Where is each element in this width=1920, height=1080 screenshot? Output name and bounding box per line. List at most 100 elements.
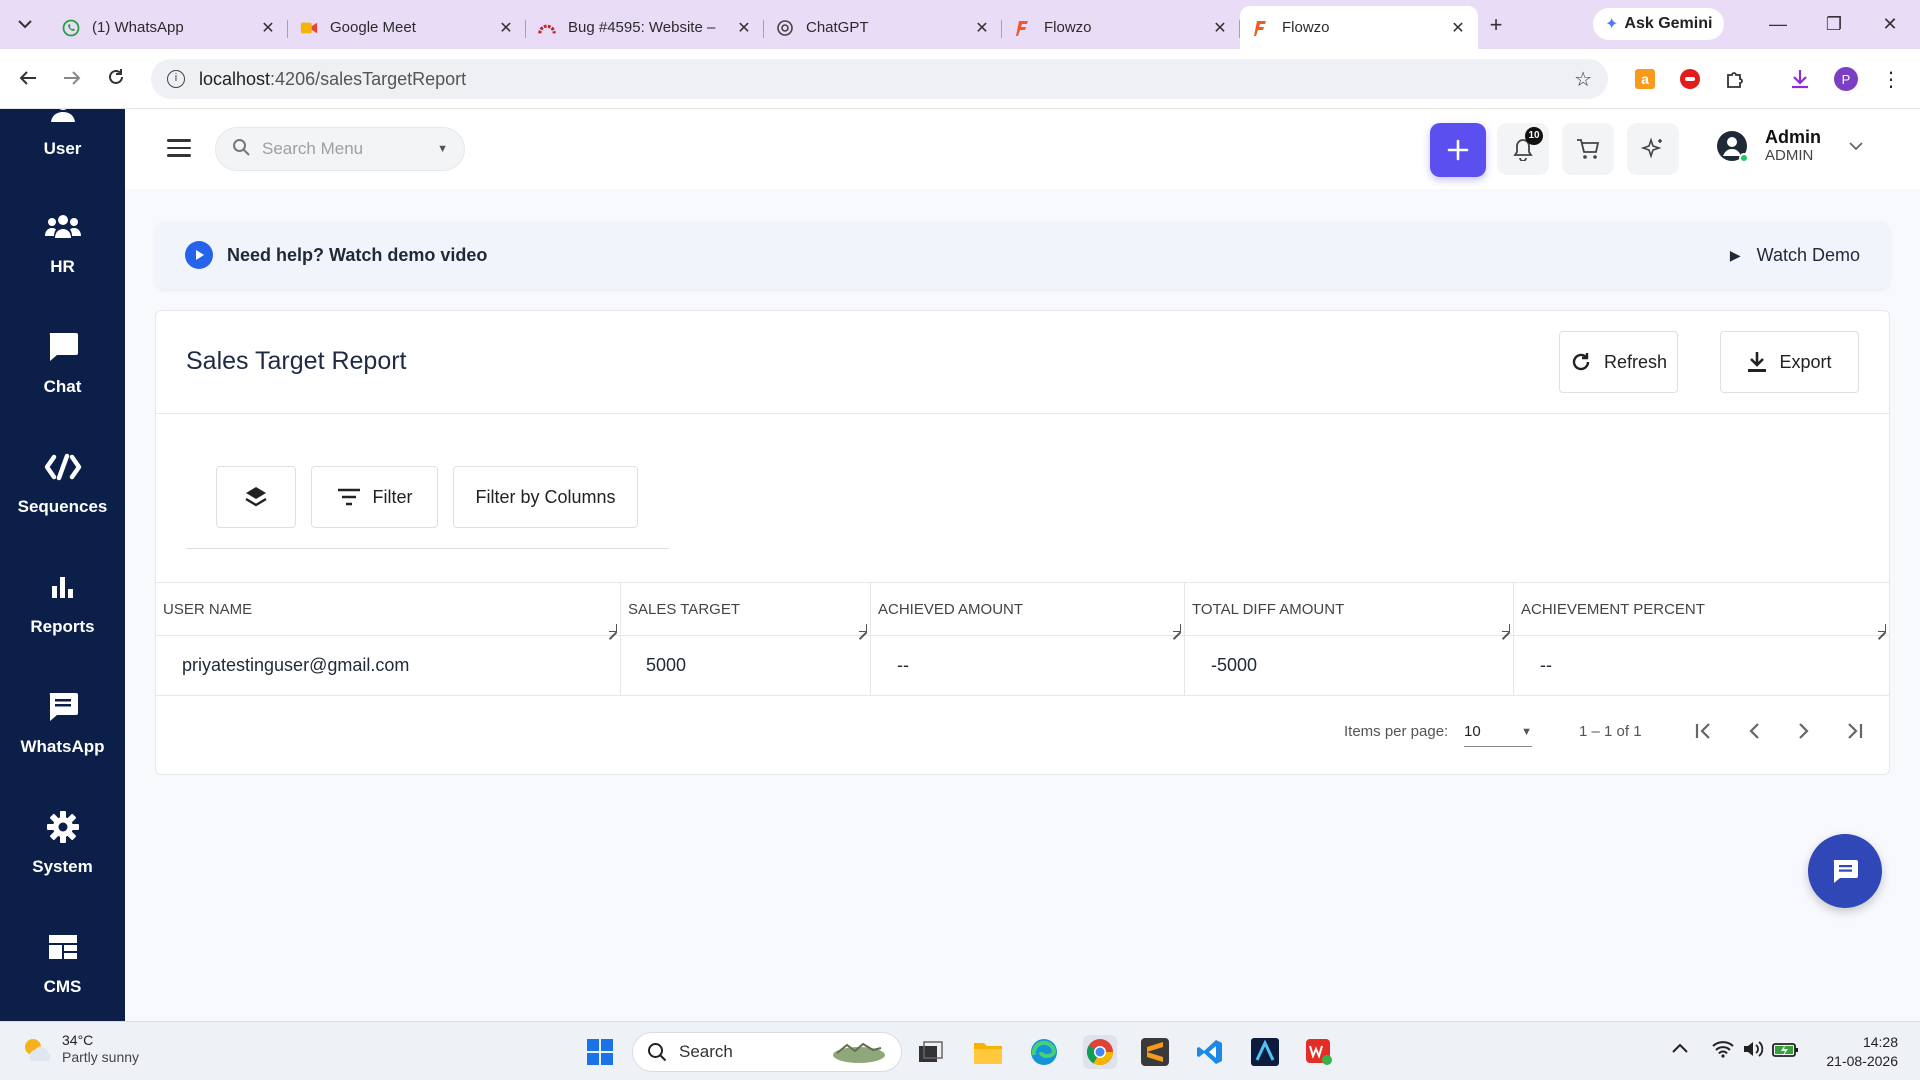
sidebar-item-hr[interactable]: HR: [0, 207, 125, 277]
previous-page-icon[interactable]: [1739, 716, 1769, 746]
column-resize-handle-icon[interactable]: [859, 624, 867, 632]
restore-window-button[interactable]: ❐: [1806, 0, 1862, 49]
table-row[interactable]: priyatestinguser@gmail.com 5000 -- -5000…: [156, 636, 1889, 696]
app-icon-a[interactable]: [1248, 1035, 1282, 1069]
search-icon: [232, 138, 250, 161]
user-profile-menu[interactable]: Admin ADMIN: [1715, 127, 1863, 165]
weather-condition: Partly sunny: [62, 1049, 140, 1065]
extensions-puzzle-icon[interactable]: [1720, 64, 1750, 94]
browser-tab-whatsapp[interactable]: (1) WhatsApp ✕: [50, 10, 288, 46]
back-arrow-icon[interactable]: [6, 66, 50, 92]
sidebar-item-chat[interactable]: Chat: [0, 327, 125, 397]
select-caret-icon: ▼: [1521, 725, 1532, 738]
amazon-extension-icon[interactable]: a: [1630, 64, 1660, 94]
close-window-button[interactable]: ✕: [1862, 0, 1918, 49]
browser-tab-chatgpt[interactable]: ChatGPT ✕: [764, 10, 1002, 46]
sidebar-item-reports[interactable]: Reports: [0, 567, 125, 637]
battery-charging-icon[interactable]: [1772, 1040, 1800, 1063]
column-header-total-diff-amount[interactable]: TOTAL DIFF AMOUNT: [1185, 583, 1514, 635]
sidebar-item-sequences[interactable]: Sequences: [0, 447, 125, 517]
browser-menu-icon[interactable]: ⋮: [1876, 64, 1906, 94]
sidebar-item-label: WhatsApp: [20, 737, 105, 756]
last-page-icon[interactable]: [1839, 716, 1869, 746]
browser-tab-google-meet[interactable]: Google Meet ✕: [288, 10, 526, 46]
play-circle-icon[interactable]: [185, 241, 213, 269]
ask-gemini-button[interactable]: ✦ Ask Gemini: [1593, 8, 1725, 40]
close-tab-icon[interactable]: ✕: [972, 18, 992, 38]
column-header-sales-target[interactable]: SALES TARGET: [621, 583, 871, 635]
url-text[interactable]: localhost:4206/salesTargetReport: [199, 69, 1574, 90]
browser-tab-flowzo-active[interactable]: Flowzo ✕: [1240, 6, 1478, 49]
sidebar-item-cms[interactable]: CMS: [0, 927, 125, 997]
bookmark-star-icon[interactable]: ☆: [1574, 67, 1592, 92]
tab-search-chevron-icon[interactable]: [0, 0, 50, 49]
chat-fab-button[interactable]: [1808, 834, 1882, 908]
sidebar-item-whatsapp[interactable]: WhatsApp: [0, 687, 125, 757]
file-explorer-icon[interactable]: [971, 1035, 1005, 1069]
system-clock[interactable]: 14:28 21-08-2026: [1818, 1033, 1898, 1071]
layers-button[interactable]: [216, 466, 296, 528]
column-header-user-name[interactable]: USER NAME: [156, 583, 621, 635]
close-tab-icon[interactable]: ✕: [496, 18, 516, 38]
search-highlight-icon: [833, 1042, 885, 1063]
wifi-icon[interactable]: [1712, 1040, 1734, 1063]
minimize-window-button[interactable]: —: [1750, 0, 1806, 49]
sublime-text-icon[interactable]: [1138, 1035, 1172, 1069]
dropdown-caret-icon[interactable]: ▼: [437, 143, 448, 155]
next-page-icon[interactable]: [1789, 716, 1819, 746]
record-extension-icon[interactable]: [1675, 64, 1705, 94]
column-resize-handle-icon[interactable]: [1173, 624, 1181, 632]
sales-target-table: USER NAME SALES TARGET ACHIEVED AMOUNT T…: [156, 582, 1889, 696]
search-menu-input[interactable]: Search Menu ▼: [215, 127, 465, 171]
team-icon: [43, 207, 83, 247]
address-bar[interactable]: i localhost:4206/salesTargetReport ☆: [151, 59, 1608, 99]
chatgpt-icon: [776, 19, 794, 37]
reload-icon[interactable]: [94, 66, 138, 92]
column-header-achievement-percent[interactable]: ACHIEVEMENT PERCENT: [1514, 583, 1889, 635]
chrome-browser-icon[interactable]: [1083, 1035, 1117, 1069]
wps-office-icon[interactable]: [1302, 1035, 1336, 1069]
svg-text:a: a: [1641, 71, 1649, 87]
sidebar-item-label: Chat: [43, 377, 82, 396]
volume-icon[interactable]: [1742, 1040, 1764, 1063]
browser-tab-bug[interactable]: Bug #4595: Website – ✕: [526, 10, 764, 46]
column-resize-handle-icon[interactable]: [1502, 624, 1510, 632]
new-tab-button[interactable]: +: [1478, 12, 1514, 38]
weather-widget[interactable]: 34°C Partly sunny: [20, 1032, 139, 1066]
filter-button[interactable]: Filter: [311, 466, 438, 528]
chevron-down-icon[interactable]: [1849, 138, 1863, 154]
column-resize-handle-icon[interactable]: [609, 624, 617, 632]
profile-avatar[interactable]: P: [1831, 64, 1861, 94]
hamburger-menu-icon[interactable]: [167, 139, 191, 159]
refresh-button[interactable]: Refresh: [1559, 331, 1678, 393]
first-page-icon[interactable]: [1689, 716, 1719, 746]
forward-arrow-icon[interactable]: [50, 66, 94, 92]
site-info-icon[interactable]: i: [167, 70, 185, 88]
notifications-button[interactable]: 10: [1497, 123, 1549, 175]
export-button[interactable]: Export: [1720, 331, 1859, 393]
close-tab-icon[interactable]: ✕: [1210, 18, 1230, 38]
meet-icon: [300, 19, 318, 37]
windows-start-icon[interactable]: [583, 1035, 617, 1069]
show-hidden-icons-chevron-icon[interactable]: [1672, 1040, 1688, 1058]
sidebar-item-user[interactable]: User: [0, 109, 125, 159]
taskbar-search[interactable]: Search: [632, 1032, 902, 1072]
sidebar-item-system[interactable]: System: [0, 807, 125, 877]
quick-add-button[interactable]: [1430, 123, 1486, 177]
ai-sparkle-button[interactable]: [1627, 123, 1679, 175]
task-view-icon[interactable]: [914, 1035, 948, 1069]
vscode-icon[interactable]: [1193, 1035, 1227, 1069]
watch-demo-button[interactable]: ▶ Watch Demo: [1730, 245, 1860, 266]
user-name: Admin: [1765, 127, 1821, 147]
column-resize-handle-icon[interactable]: [1878, 624, 1886, 632]
close-tab-icon[interactable]: ✕: [258, 18, 278, 38]
filter-by-columns-button[interactable]: Filter by Columns: [453, 466, 638, 528]
items-per-page-select[interactable]: 10 ▼: [1464, 717, 1532, 747]
download-icon[interactable]: [1785, 64, 1815, 94]
browser-tab-flowzo[interactable]: Flowzo ✕: [1002, 10, 1240, 46]
edge-browser-icon[interactable]: [1027, 1035, 1061, 1069]
cart-button[interactable]: [1562, 123, 1614, 175]
close-tab-icon[interactable]: ✕: [1448, 18, 1468, 38]
close-tab-icon[interactable]: ✕: [734, 18, 754, 38]
column-header-achieved-amount[interactable]: ACHIEVED AMOUNT: [871, 583, 1185, 635]
